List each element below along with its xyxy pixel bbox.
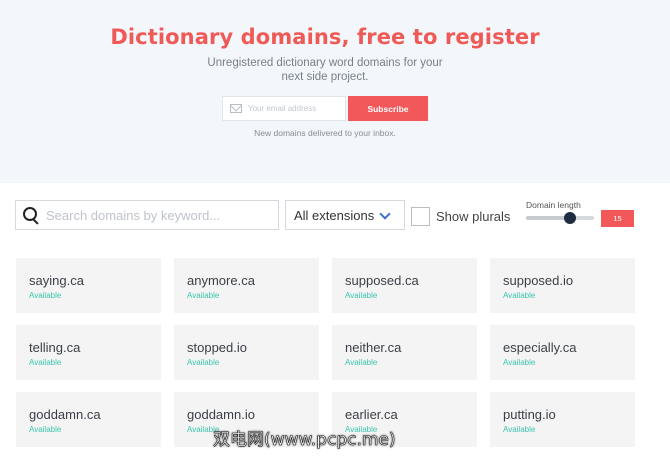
page-title: Dictionary domains, free to register — [110, 25, 540, 49]
availability-status: Available — [29, 425, 62, 434]
domain-card[interactable]: telling.ca Available — [16, 325, 161, 380]
email-input[interactable] — [248, 104, 343, 113]
domain-name: goddamn.ca — [29, 407, 101, 422]
domain-length-value[interactable]: 15 — [601, 210, 634, 227]
domain-name: supposed.ca — [345, 273, 419, 288]
domain-name: anymore.ca — [187, 273, 255, 288]
domain-card[interactable]: saying.ca Available — [16, 258, 161, 313]
hero-section: Dictionary domains, free to register Unr… — [0, 0, 670, 183]
domain-card[interactable]: stopped.io Available — [174, 325, 319, 380]
availability-status: Available — [345, 291, 378, 300]
domain-card[interactable]: especially.ca Available — [490, 325, 635, 380]
domain-card[interactable]: anymore.ca Available — [174, 258, 319, 313]
domain-name: saying.ca — [29, 273, 84, 288]
email-field[interactable] — [222, 96, 346, 121]
availability-status: Available — [187, 291, 220, 300]
search-icon — [22, 206, 40, 224]
availability-status: Available — [345, 358, 378, 367]
domain-name: putting.io — [503, 407, 556, 422]
availability-status: Available — [29, 358, 62, 367]
domain-card[interactable]: neither.ca Available — [332, 325, 477, 380]
slider-handle[interactable] — [563, 212, 576, 224]
show-plurals-label[interactable]: Show plurals — [436, 209, 510, 224]
subscribe-button[interactable]: Subscribe — [348, 96, 428, 121]
domain-name: neither.ca — [345, 340, 402, 355]
availability-status: Available — [503, 291, 536, 300]
search-field[interactable] — [15, 200, 279, 230]
domain-name: supposed.io — [503, 273, 574, 288]
search-input[interactable] — [46, 207, 266, 223]
domain-length-label: Domain length — [526, 200, 581, 210]
hero-note: New domains delivered to your inbox. — [254, 128, 396, 138]
chevron-down-icon — [379, 208, 391, 220]
domain-card[interactable]: supposed.ca Available — [332, 258, 477, 313]
availability-status: Available — [503, 358, 536, 367]
domain-card[interactable]: goddamn.ca Available — [16, 392, 161, 447]
domain-name: telling.ca — [29, 340, 81, 355]
domain-card[interactable]: putting.io Available — [490, 392, 635, 447]
domain-name: goddamn.io — [187, 407, 255, 422]
availability-status: Available — [503, 425, 536, 434]
domain-length-slider[interactable] — [526, 212, 594, 224]
availability-status: Available — [187, 358, 220, 367]
domain-card[interactable]: supposed.io Available — [490, 258, 635, 313]
domain-grid: saying.ca Available anymore.ca Available sup… — [16, 258, 635, 447]
domain-name: stopped.io — [187, 340, 247, 355]
watermark: 双电网(www.pcpc.me) — [213, 430, 396, 451]
extension-selected-label: All extensions — [294, 207, 375, 223]
mail-icon — [230, 104, 242, 113]
domain-name: especially.ca — [503, 340, 577, 355]
domain-name: earlier.ca — [345, 407, 398, 422]
slider-fill — [526, 216, 570, 220]
hero-subtitle: Unregistered dictionary word domains for… — [207, 57, 443, 83]
extension-select[interactable]: All extensions — [285, 200, 405, 230]
availability-status: Available — [29, 291, 62, 300]
show-plurals-checkbox[interactable] — [411, 207, 430, 226]
